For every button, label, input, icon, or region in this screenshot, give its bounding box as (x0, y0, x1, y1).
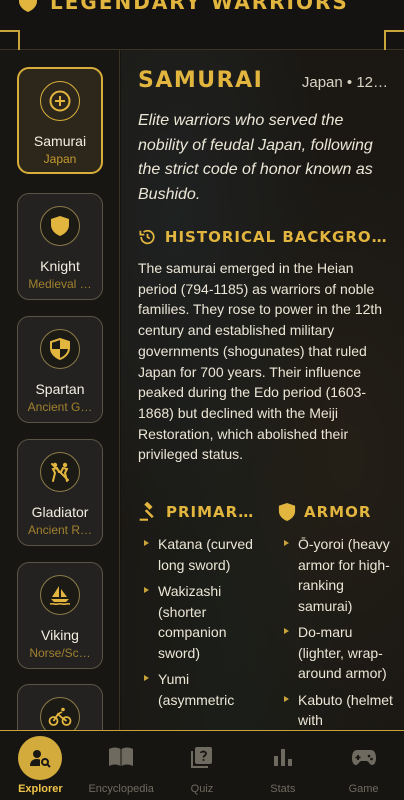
warrior-card-next[interactable] (17, 684, 103, 730)
open-book-icon (106, 742, 136, 772)
app-title: LEGENDARY WARRIORS (50, 0, 349, 14)
armor-title-text: ARMOR (304, 503, 372, 521)
gamepad-icon (349, 742, 379, 772)
warrior-card-samurai[interactable]: Samurai Japan (17, 67, 103, 174)
nav-tab-stats[interactable]: Stats (242, 731, 323, 800)
fencing-icon (40, 452, 80, 492)
app-header: LEGENDARY WARRIORS (0, 0, 404, 52)
history-icon (139, 229, 155, 245)
warrior-meta: Japan • 12… (301, 74, 388, 91)
warrior-tagline: Elite warriors who served the nobility o… (138, 112, 373, 203)
armor-list: Ō-yoroi (heavy armor for high-ranking sa… (278, 534, 400, 730)
shield-icon (40, 206, 80, 246)
nav-label: Stats (270, 783, 296, 795)
warrior-card-origin: Medieval … (28, 277, 92, 291)
quiz-icon (187, 742, 217, 772)
weapons-column: PRIMAR… Katana (curved long sword) Wakiz… (138, 502, 260, 730)
nav-tab-explorer[interactable]: Explorer (0, 731, 81, 800)
warrior-card-origin: Ancient R… (27, 523, 93, 537)
weapons-section-title: PRIMAR… (138, 502, 260, 522)
list-item: Katana (curved long sword) (138, 534, 260, 575)
shield-logo-icon (19, 0, 37, 12)
warrior-card-origin: Japan (43, 152, 77, 166)
warrior-detail-panel[interactable]: SAMURAI Japan • 12… Elite warriors who s… (121, 50, 404, 730)
list-item: Ō-yoroi (heavy armor for high-ranking sa… (278, 534, 400, 616)
bottom-navigation: Explorer Encyclopedia Quiz Stats Game (0, 730, 404, 800)
history-title-text: HISTORICAL BACKGROU… (164, 228, 388, 246)
list-item: Yumi (asymmetric (138, 669, 260, 710)
history-text: The samurai emerged in the Heian period … (138, 260, 383, 463)
app-title-group: LEGENDARY WARRIORS (18, 0, 349, 14)
nav-tab-encyclopedia[interactable]: Encyclopedia (81, 731, 162, 800)
warrior-name: SAMURAI (138, 68, 264, 93)
warrior-card-name: Knight (40, 258, 80, 274)
warrior-card-name: Gladiator (31, 504, 89, 520)
nav-tab-game[interactable]: Game (323, 731, 404, 800)
armor-column: ARMOR Ō-yoroi (heavy armor for high-rank… (278, 502, 400, 730)
person-search-icon (18, 736, 63, 780)
list-item: Kabuto (helmet with (278, 690, 400, 731)
list-item: Wakizashi (shorter companion sword) (138, 581, 260, 663)
bar-chart-icon (268, 742, 298, 772)
detail-header: SAMURAI Japan • 12… (138, 68, 388, 93)
weapons-title-text: PRIMAR… (166, 503, 255, 521)
equipment-columns: PRIMAR… Katana (curved long sword) Wakiz… (138, 502, 400, 730)
header-corner-ornament-right (384, 30, 404, 52)
warrior-card-name: Spartan (35, 381, 85, 397)
warrior-card-viking[interactable]: Viking Norse/Sc… (17, 562, 103, 669)
history-section-title: HISTORICAL BACKGROU… (138, 227, 388, 247)
detail-content: SAMURAI Japan • 12… Elite warriors who s… (138, 68, 388, 465)
warrior-card-gladiator[interactable]: Gladiator Ancient R… (17, 439, 103, 546)
shield-icon (278, 503, 296, 521)
nav-label: Game (348, 783, 379, 795)
half-shield-icon (40, 329, 80, 369)
nav-label: Encyclopedia (88, 783, 154, 795)
warrior-card-knight[interactable]: Knight Medieval … (17, 193, 103, 300)
bicycle-icon (40, 697, 80, 730)
warrior-card-name: Viking (41, 627, 79, 643)
armor-section-title: ARMOR (278, 502, 400, 522)
warrior-card-origin: Norse/Sc… (29, 646, 91, 660)
header-corner-ornament-left (0, 30, 20, 52)
warrior-card-origin: Ancient G… (27, 400, 93, 414)
warrior-card-spartan[interactable]: Spartan Ancient G… (17, 316, 103, 423)
gavel-icon (139, 502, 154, 521)
weapons-list: Katana (curved long sword) Wakizashi (sh… (138, 534, 260, 710)
warrior-card-name: Samurai (33, 133, 87, 149)
list-item: Do-maru (lighter, wrap-around armor) (278, 622, 400, 684)
nav-label: Explorer (18, 783, 63, 795)
plus-circle-icon (40, 81, 80, 121)
sailboat-icon (40, 575, 80, 615)
warrior-sidebar[interactable]: Samurai Japan Knight Medieval … Spartan … (0, 50, 120, 730)
nav-tab-quiz[interactable]: Quiz (162, 731, 243, 800)
nav-label: Quiz (190, 783, 214, 795)
